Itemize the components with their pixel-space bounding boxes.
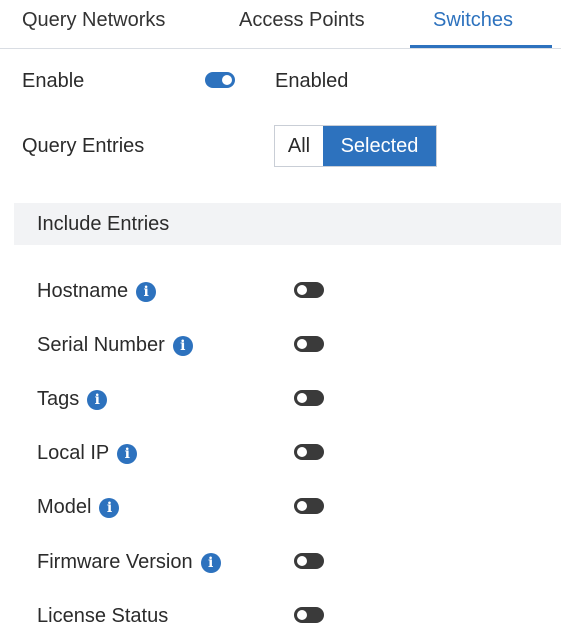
include-item-label: License Status — [37, 605, 169, 627]
toggle-knob — [297, 285, 307, 295]
query-entries-selected-option[interactable]: Selected — [323, 126, 436, 166]
tab-bar: Query Networks Access Points Switches — [0, 0, 561, 49]
query-entries-label: Query Entries — [22, 135, 145, 157]
enable-status: Enabled — [275, 70, 349, 92]
tab-switches[interactable]: Switches — [433, 0, 513, 46]
license-status-toggle[interactable] — [294, 607, 324, 623]
tab-query-networks[interactable]: Query Networks — [22, 0, 165, 46]
include-item-label: Model — [37, 496, 92, 518]
enable-label: Enable — [22, 70, 85, 92]
info-icon[interactable]: i — [200, 552, 221, 573]
include-entries-header: Include Entries — [14, 203, 561, 245]
active-tab-indicator — [410, 45, 552, 48]
query-entries-segmented-control: All Selected — [274, 125, 437, 167]
include-item-label: Local IP — [37, 442, 110, 464]
toggle-knob — [222, 75, 232, 85]
tab-access-points[interactable]: Access Points — [239, 0, 365, 46]
include-item-label: Tags — [37, 388, 80, 410]
include-item-tags: Tags i — [37, 388, 108, 411]
tags-toggle[interactable] — [294, 390, 324, 406]
serial-number-toggle[interactable] — [294, 336, 324, 352]
info-icon[interactable]: i — [117, 443, 138, 464]
toggle-knob — [297, 501, 307, 511]
enable-toggle[interactable] — [205, 72, 235, 88]
include-item-label: Hostname — [37, 280, 129, 302]
local-ip-toggle[interactable] — [294, 444, 324, 460]
include-item-serial-number: Serial Number i — [37, 334, 193, 357]
info-icon[interactable]: i — [87, 389, 108, 410]
info-icon[interactable]: i — [99, 497, 120, 518]
toggle-knob — [297, 339, 307, 349]
info-icon[interactable]: i — [172, 335, 193, 356]
include-item-license-status: License Status — [37, 605, 168, 628]
include-item-label: Serial Number — [37, 334, 165, 356]
model-toggle[interactable] — [294, 498, 324, 514]
hostname-toggle[interactable] — [294, 282, 324, 298]
toggle-knob — [297, 610, 307, 620]
include-item-hostname: Hostname i — [37, 280, 157, 303]
firmware-version-toggle[interactable] — [294, 553, 324, 569]
query-entries-all-option[interactable]: All — [275, 126, 323, 166]
include-entries-title: Include Entries — [37, 213, 170, 235]
toggle-knob — [297, 393, 307, 403]
include-item-firmware-version: Firmware Version i — [37, 551, 221, 574]
info-icon[interactable]: i — [136, 281, 157, 302]
include-item-local-ip: Local IP i — [37, 442, 138, 465]
toggle-knob — [297, 447, 307, 457]
include-item-model: Model i — [37, 496, 120, 519]
toggle-knob — [297, 556, 307, 566]
include-item-label: Firmware Version — [37, 551, 193, 573]
